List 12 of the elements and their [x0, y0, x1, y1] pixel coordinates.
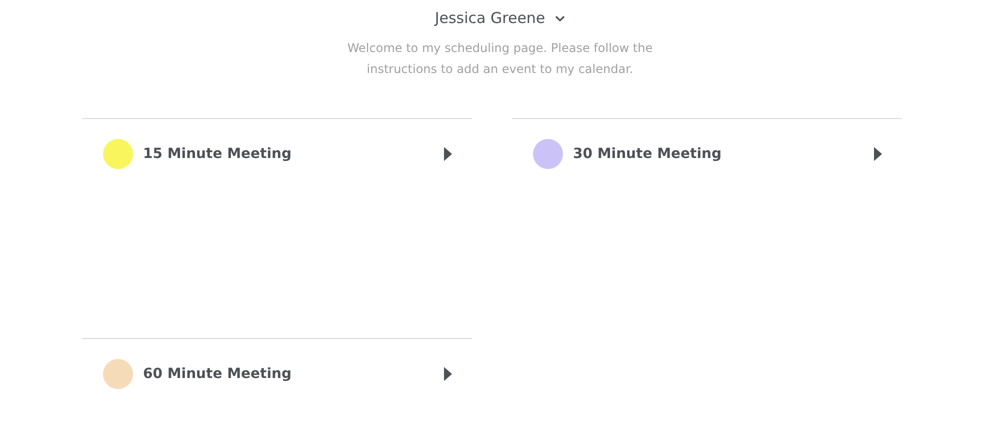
event-type-card[interactable]: 30 Minute Meeting — [512, 118, 902, 338]
event-type-card[interactable]: 60 Minute Meeting — [82, 338, 472, 428]
profile-name-dropdown[interactable]: Jessica Greene — [434, 9, 566, 27]
play-triangle-icon — [444, 367, 452, 381]
event-title: 60 Minute Meeting — [143, 365, 292, 384]
event-type-card[interactable]: 15 Minute Meeting — [82, 118, 472, 338]
play-triangle-icon — [444, 147, 452, 161]
chevron-down-icon — [555, 14, 566, 22]
event-title: 15 Minute Meeting — [143, 145, 292, 164]
welcome-message: Welcome to my scheduling page. Please follow the instructions to add an event to my calendar. — [346, 40, 654, 78]
event-title: 30 Minute Meeting — [573, 145, 722, 164]
play-triangle-icon — [874, 147, 882, 161]
